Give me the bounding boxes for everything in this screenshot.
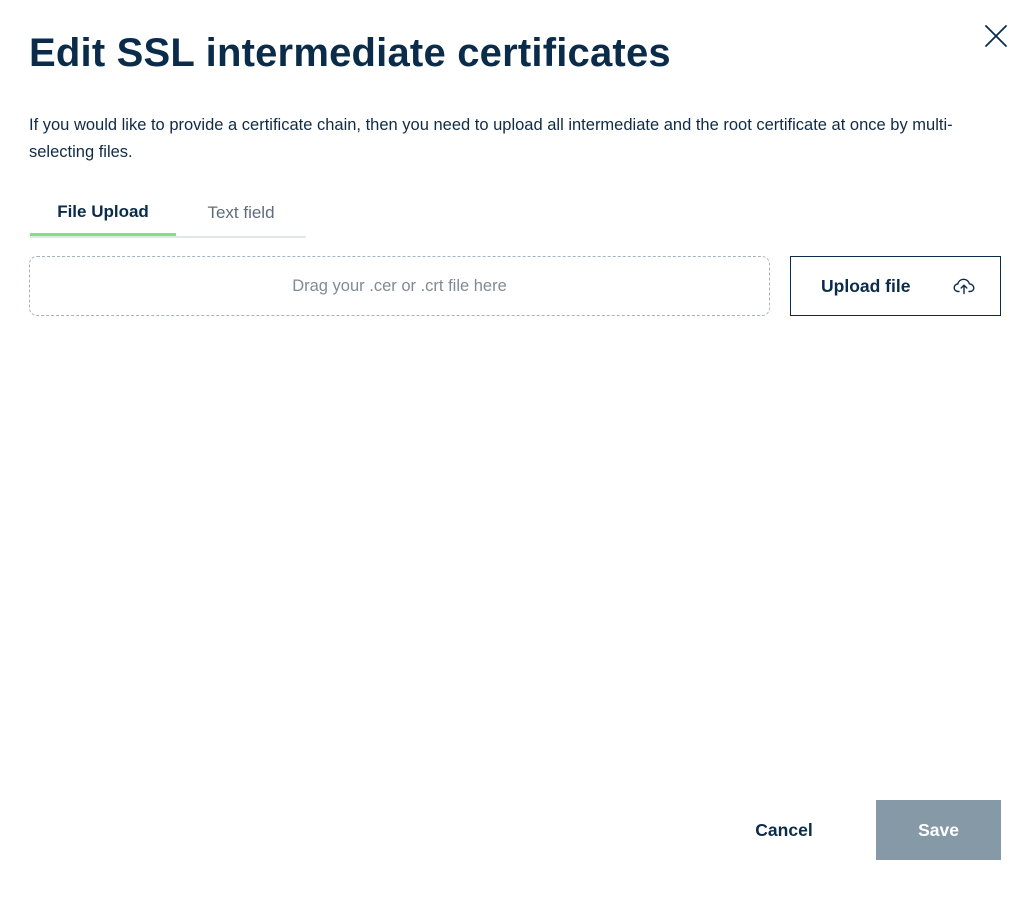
edit-ssl-dialog: Edit SSL intermediate certificates If yo… (0, 0, 1031, 899)
file-dropzone[interactable]: Drag your .cer or .crt file here (29, 256, 770, 316)
cloud-upload-icon (953, 278, 975, 295)
dialog-description: If you would like to provide a certifica… (29, 116, 953, 161)
upload-file-label: Upload file (821, 276, 911, 296)
tab-file-upload[interactable]: File Upload (30, 189, 176, 236)
tab-bar: File Upload Text field (30, 189, 306, 238)
dialog-title: Edit SSL intermediate certificates (29, 31, 671, 75)
close-button[interactable] (983, 23, 1009, 49)
dropzone-text: Drag your .cer or .crt file here (292, 276, 507, 295)
upload-file-button[interactable]: Upload file (790, 256, 1001, 316)
cancel-button[interactable]: Cancel (728, 800, 840, 860)
save-button[interactable]: Save (876, 800, 1001, 860)
close-icon (985, 25, 1007, 47)
tab-text-field[interactable]: Text field (176, 189, 306, 236)
